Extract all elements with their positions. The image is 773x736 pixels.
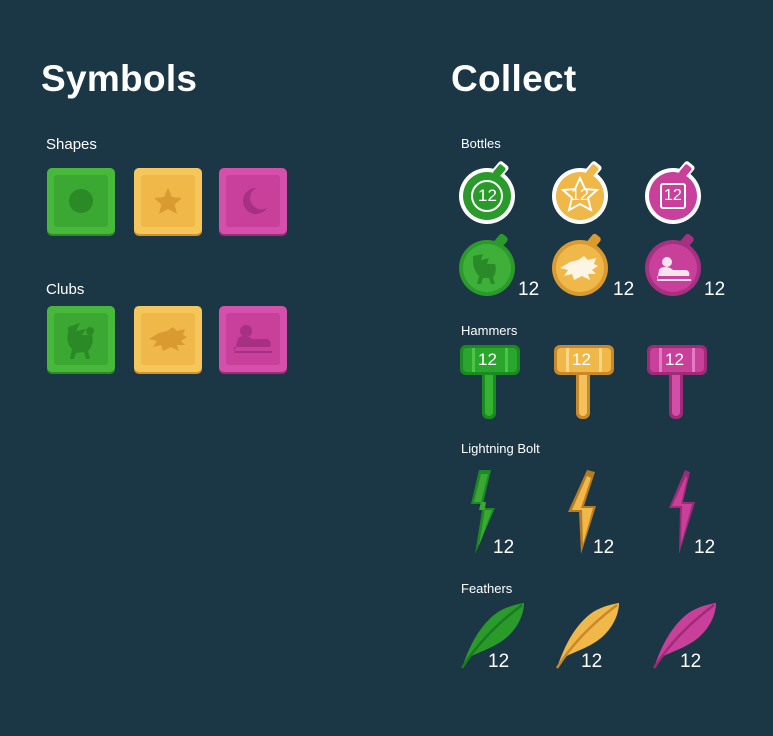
bottles-label: Bottles <box>461 136 501 151</box>
hammer-pink[interactable]: 12 <box>646 343 708 421</box>
lightning-green[interactable]: 12 <box>465 466 535 558</box>
bottle-count: 12 <box>478 186 497 205</box>
bottle-count: 12 <box>518 279 540 300</box>
lightning-pink[interactable]: 12 <box>663 466 733 558</box>
hammers-label: Hammers <box>461 323 518 338</box>
lightning-count: 12 <box>694 537 716 558</box>
symbols-title: Symbols <box>41 58 198 99</box>
club-tile-pink[interactable] <box>218 305 288 375</box>
lightning-label: Lightning Bolt <box>461 441 540 456</box>
club-tile-green[interactable] <box>46 305 116 375</box>
feather-green[interactable]: 12 <box>458 602 528 672</box>
bottle-yellow-star[interactable]: 12 <box>550 158 610 224</box>
hammer-yellow[interactable]: 12 <box>553 343 615 421</box>
club-tile-yellow[interactable] <box>133 305 203 375</box>
shape-tile-yellow[interactable] <box>133 167 203 237</box>
bottle-count: 12 <box>664 187 682 204</box>
hammer-count: 12 <box>478 350 497 369</box>
bottle-count: 12 <box>571 187 589 204</box>
bottle-count: 12 <box>704 279 726 300</box>
shape-tile-pink[interactable] <box>218 167 288 237</box>
clubs-label: Clubs <box>46 281 85 298</box>
feather-yellow[interactable]: 12 <box>553 602 623 672</box>
feather-count: 12 <box>488 651 510 672</box>
lightning-bolt-icon <box>669 470 695 554</box>
bottle-green-round[interactable]: 12 <box>457 158 517 224</box>
lightning-bolt-icon <box>568 470 596 554</box>
dragon-bottle-icon <box>552 233 608 296</box>
shapes-label: Shapes <box>46 136 97 153</box>
bottle-yellow-dragon[interactable]: 12 <box>550 232 634 299</box>
lightning-count: 12 <box>593 537 615 558</box>
bottle-pink-square[interactable]: 12 <box>643 158 703 224</box>
griffin-bottle-icon <box>459 233 515 296</box>
feathers-label: Feathers <box>461 581 513 596</box>
bottle-count: 12 <box>613 279 635 300</box>
bottle-pink-sphinx[interactable]: 12 <box>643 232 725 299</box>
bottle-green-griffin[interactable]: 12 <box>457 232 539 299</box>
hammer-green[interactable]: 12 <box>459 343 521 421</box>
feather-count: 12 <box>581 651 603 672</box>
lightning-yellow[interactable]: 12 <box>563 466 633 558</box>
feather-count: 12 <box>680 651 702 672</box>
hammer-count: 12 <box>665 350 684 369</box>
lightning-bolt-icon <box>471 470 495 554</box>
feather-pink[interactable]: 12 <box>650 602 720 672</box>
collect-title: Collect <box>451 58 577 99</box>
sphinx-bottle-icon <box>645 233 701 296</box>
shape-tile-green[interactable] <box>46 167 116 237</box>
circle-icon <box>69 189 93 213</box>
hammer-count: 12 <box>572 350 591 369</box>
lightning-count: 12 <box>493 537 515 558</box>
